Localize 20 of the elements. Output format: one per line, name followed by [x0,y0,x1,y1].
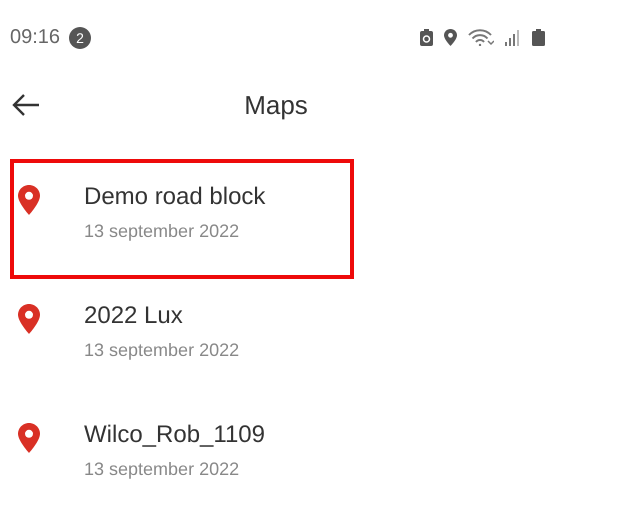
map-pin-icon [18,185,40,215]
map-list-item[interactable]: Demo road block 13 september 2022 [10,159,354,279]
location-icon [444,29,457,46]
map-pin-icon [18,423,40,453]
map-list-item[interactable]: 2022 Lux 13 september 2022 [10,278,354,398]
map-pin-icon [18,304,40,334]
page-title: Maps [243,90,309,120]
map-date: 13 september 2022 [84,340,240,361]
notification-badge: 2 [69,26,92,48]
map-date: 13 september 2022 [84,221,240,242]
back-arrow-icon [12,93,40,117]
map-list-item[interactable]: Wilco_Rob_1109 13 september 2022 [10,397,354,517]
wifi-icon [468,29,494,46]
signal-icon [505,29,521,46]
map-name: 2022 Lux [84,302,184,330]
map-date: 13 september 2022 [84,459,240,480]
map-name: Wilco_Rob_1109 [84,421,265,449]
status-time: 09:16 [10,26,60,49]
battery-icon [532,29,545,46]
map-name: Demo road block [84,183,266,211]
